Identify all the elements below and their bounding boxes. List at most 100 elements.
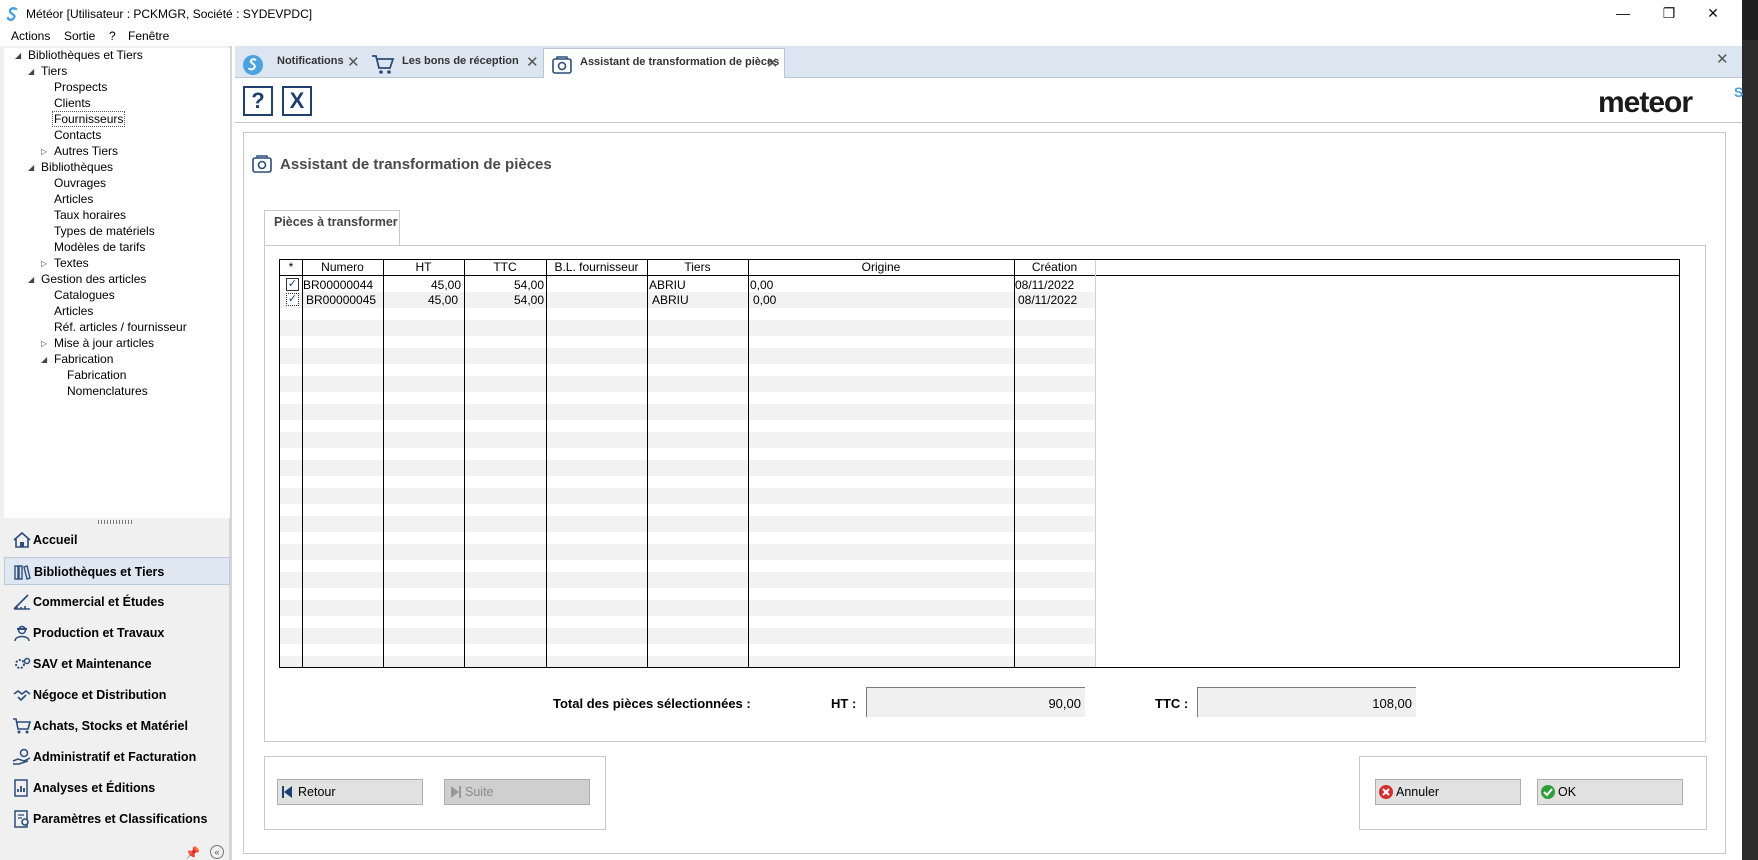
tab-assistant-transformation[interactable]: Assistant de transformation de pièces ✕ [543,48,785,78]
expander-icon[interactable]: ◢ [28,67,34,76]
maximize-button[interactable]: ❐ [1646,0,1692,28]
row-checkbox[interactable]: ✓ [286,278,299,291]
cell-origine: 0,00 [750,278,774,292]
nav-parametres-et-classifications[interactable]: Paramètres et Classifications [4,805,230,833]
expander-icon[interactable]: ◢ [15,51,21,60]
grid-stripe [280,600,1095,616]
ruler-icon [13,594,30,610]
pin-icon[interactable]: 📌 [185,846,200,860]
tree-item-prospects[interactable]: Prospects [54,80,107,94]
nav-sav-et-maintenance[interactable]: SAV et Maintenance [4,650,230,678]
tab-notifications[interactable]: Notifications ✕ [235,48,363,78]
menu-fenetre[interactable]: Fenêtre [128,29,169,43]
worker-icon [14,625,30,642]
close-window-button[interactable]: ✕ [1690,0,1736,28]
menu-actions[interactable]: Actions [11,29,50,43]
expander-icon[interactable]: ▷ [41,339,47,348]
expander-icon[interactable]: ◢ [28,275,34,284]
row-checkbox[interactable]: ✓ [286,293,299,306]
panel-splitter-grip[interactable] [98,520,134,524]
tree-item-articles[interactable]: Articles [54,192,93,206]
cell-bl-fournisseur [548,278,645,293]
annuler-button[interactable]: Annuler [1375,779,1521,805]
nav-administratif-et-facturation[interactable]: Administratif et Facturation [4,743,230,771]
meteor-app-icon [6,7,18,22]
column-header-bl-fournisseur[interactable]: B.L. fournisseur [546,260,647,276]
tree-item-clients[interactable]: Clients [54,96,91,110]
tree-item-contacts[interactable]: Contacts [54,128,101,142]
close-all-tabs-icon[interactable]: ✕ [1716,50,1729,68]
nav-analyses-et-editions[interactable]: Analyses et Éditions [4,774,230,802]
tree-item-tiers[interactable]: Tiers [41,64,67,78]
pieces-grid[interactable]: * Numero HT TTC B.L. fournisseur Tiers O… [279,259,1680,668]
tree-item-fabrication[interactable]: Fabrication [67,368,126,382]
tree-item-types-de-materiels[interactable]: Types de matériels [54,224,155,238]
books-icon [14,565,31,580]
ok-button[interactable]: OK [1537,779,1683,805]
suite-button[interactable]: Suite [444,779,590,805]
tree-item-taux-horaires[interactable]: Taux horaires [54,208,126,222]
tree-item-nomenclatures[interactable]: Nomenclatures [67,384,148,398]
close-tab-icon[interactable]: ✕ [526,53,539,71]
close-tab-icon[interactable]: ✕ [347,53,360,71]
nav-label: Commercial et Études [33,595,165,609]
menu-help[interactable]: ? [109,29,116,43]
column-header-numero[interactable]: Numero [302,260,383,276]
home-icon [13,531,31,548]
close-document-button[interactable]: X [282,86,312,116]
tree-item-bibliotheques[interactable]: Bibliothèques [41,160,113,174]
close-tab-icon[interactable]: ✕ [766,54,779,72]
nav-production-et-travaux[interactable]: Production et Travaux [4,619,230,647]
column-header-creation[interactable]: Création [1014,260,1095,276]
nav-accueil[interactable]: Accueil [4,526,230,554]
tree-item-gestion-des-articles[interactable]: Gestion des articles [41,272,146,286]
menu-bar: Actions Sortie ? Fenêtre [0,28,1742,46]
nav-label: Bibliothèques et Tiers [34,565,165,579]
retour-button[interactable]: Retour [277,779,423,805]
tree-item-articles-gestion[interactable]: Articles [54,304,93,318]
column-header-origine[interactable]: Origine [748,260,1014,276]
nav-negoce-et-distribution[interactable]: Négoce et Distribution [4,681,230,709]
tree-item-modeles-de-tarifs[interactable]: Modèles de tarifs [54,240,145,254]
help-button[interactable]: ? [243,86,273,116]
tree-item-catalogues[interactable]: Catalogues [54,288,115,302]
tree-item-ouvrages[interactable]: Ouvrages [54,176,106,190]
tab-bons-de-reception[interactable]: Les bons de réception ✕ [365,48,543,78]
nav-label: Achats, Stocks et Matériel [33,719,188,733]
tree-item-fournisseurs[interactable]: Fournisseurs [52,111,126,127]
nav-label: Analyses et Éditions [33,781,156,795]
cell-numero: BR00000044 [303,278,374,292]
minimize-button[interactable]: — [1600,0,1646,28]
tree-item-autres-tiers[interactable]: Autres Tiers [54,144,118,158]
tab-label: Notifications [277,55,344,67]
tree-item-bibliotheques-et-tiers[interactable]: Bibliothèques et Tiers [28,48,143,62]
grid-stripe [280,348,1095,364]
expander-icon[interactable]: ◢ [41,355,47,364]
nav-commercial-et-etudes[interactable]: Commercial et Études [4,588,230,616]
nav-achats-stocks-et-materiel[interactable]: Achats, Stocks et Matériel [4,712,230,740]
column-header-tiers[interactable]: Tiers [647,260,748,276]
collapse-panel-icon[interactable]: « [210,845,224,859]
cart-icon [372,55,395,74]
column-divider [748,260,749,667]
tab-pieces-a-transformer[interactable]: Pièces à transformer [264,210,400,246]
column-header-ttc[interactable]: TTC [464,260,546,276]
column-header-select[interactable]: * [280,260,302,276]
tree-item-mise-a-jour-articles[interactable]: Mise à jour articles [54,336,154,350]
expander-icon[interactable]: ▷ [41,259,47,268]
nav-bibliotheques-et-tiers[interactable]: Bibliothèques et Tiers [4,557,230,585]
wizard-icon [552,56,572,74]
column-header-ht[interactable]: HT [383,260,464,276]
background-window-edge [1742,0,1758,860]
menu-sortie[interactable]: Sortie [64,29,95,43]
tree-item-ref-articles-fournisseur[interactable]: Réf. articles / fournisseur [54,320,187,334]
expander-icon[interactable]: ▷ [41,147,47,156]
button-label: OK [1558,785,1577,799]
expander-icon[interactable]: ◢ [28,163,34,172]
next-arrow-icon [451,786,461,798]
tree-item-fabrication-group[interactable]: Fabrication [54,352,113,366]
tree-item-textes[interactable]: Textes [54,256,89,270]
logo-text: meteor [1598,86,1693,119]
grid-stripe [280,376,1095,392]
nav-label: Négoce et Distribution [33,688,167,702]
